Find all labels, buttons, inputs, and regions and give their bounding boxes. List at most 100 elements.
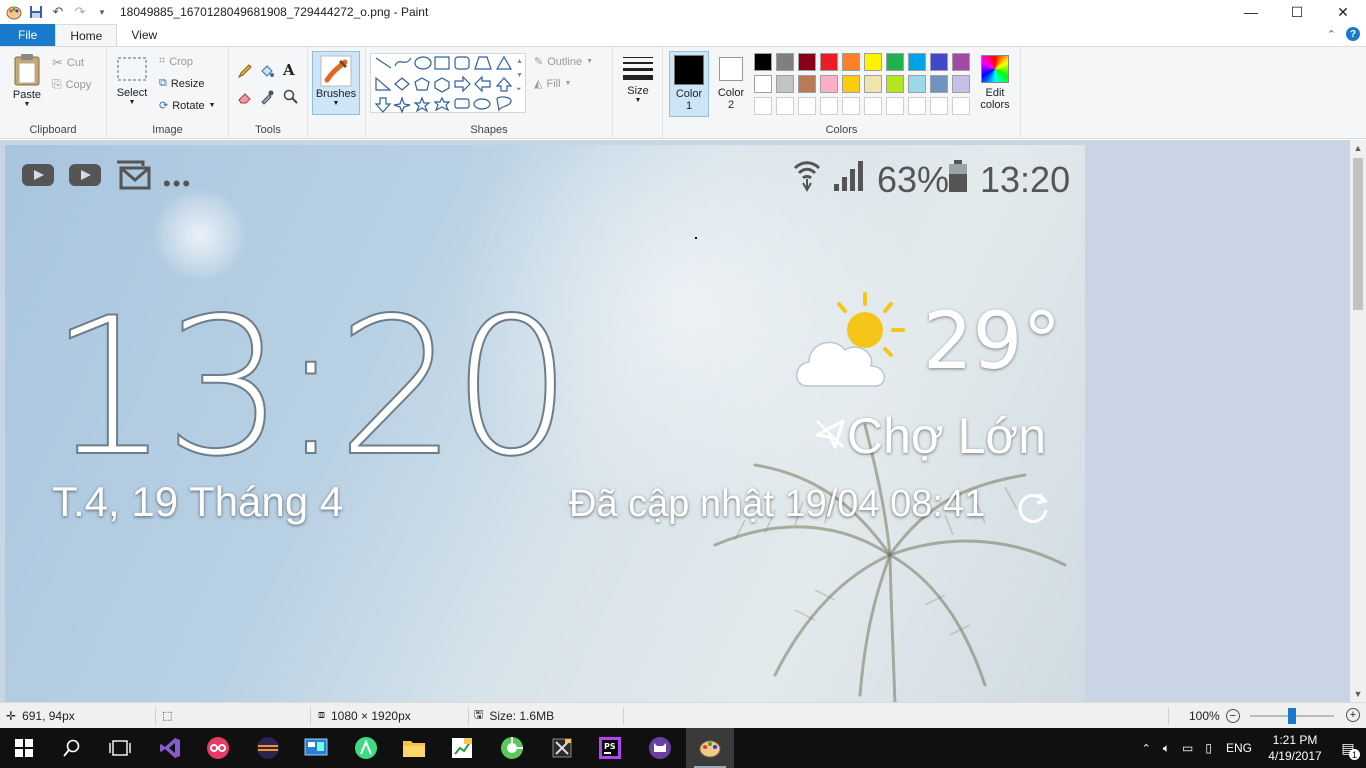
color-swatch[interactable] <box>842 53 860 71</box>
taskbar-app-oo[interactable] <box>194 728 242 768</box>
battery-tray-icon[interactable]: ▯ <box>1199 741 1218 755</box>
custom-color-slot[interactable] <box>842 97 860 115</box>
taskbar-eclipse[interactable] <box>244 728 292 768</box>
vertical-scrollbar[interactable]: ▲ ▼ <box>1350 140 1366 702</box>
taskbar-clock[interactable]: 1:21 PM 4/19/2017 <box>1260 732 1330 764</box>
customize-qat-icon[interactable]: ▾ <box>94 4 110 20</box>
zoom-in-icon[interactable]: + <box>1346 708 1360 722</box>
taskbar-phpstorm[interactable]: PS <box>586 728 634 768</box>
scroll-down-icon[interactable]: ▼ <box>1350 686 1366 702</box>
zoom-slider-thumb[interactable] <box>1288 708 1296 724</box>
taskbar-sheet-app[interactable] <box>438 728 486 768</box>
help-icon[interactable]: ? <box>1346 27 1360 41</box>
rotate-button[interactable]: ⟳ Rotate ▼ <box>159 99 216 113</box>
close-button[interactable]: ✕ <box>1320 0 1366 24</box>
collapse-ribbon-icon[interactable]: ⌃ <box>1327 28 1336 41</box>
color-swatch[interactable] <box>886 75 904 93</box>
shapes-scroll-icon[interactable]: ▲ ▼ ⏷ <box>516 55 523 97</box>
size-button[interactable]: Size ▼ <box>619 55 657 104</box>
paint-app-icon[interactable] <box>6 4 22 20</box>
taskbar-file-explorer[interactable] <box>390 728 438 768</box>
magnifier-icon[interactable] <box>283 89 299 108</box>
taskbar-browser[interactable] <box>488 728 536 768</box>
save-icon[interactable] <box>28 4 44 20</box>
taskbar-android-studio[interactable] <box>342 728 390 768</box>
color1-button[interactable]: Color 1 <box>669 51 709 117</box>
crop-button[interactable]: ⌗ Crop <box>159 55 193 68</box>
task-view-button[interactable] <box>96 728 144 768</box>
taskbar-tools-app[interactable] <box>538 728 586 768</box>
pencil-icon[interactable] <box>237 63 253 82</box>
color-swatch[interactable] <box>952 75 970 93</box>
color-swatch[interactable] <box>754 75 772 93</box>
color-swatch[interactable] <box>776 75 794 93</box>
custom-color-slot[interactable] <box>864 97 882 115</box>
zoom-out-icon[interactable]: − <box>1225 708 1240 723</box>
paint-icon <box>699 740 721 758</box>
tab-view[interactable]: View <box>117 24 171 46</box>
color-swatch[interactable] <box>798 53 816 71</box>
color-swatch[interactable] <box>864 75 882 93</box>
custom-color-slot[interactable] <box>952 97 970 115</box>
color-swatch[interactable] <box>798 75 816 93</box>
image-dimensions: 1080 × 1920px <box>331 708 411 723</box>
search-button[interactable] <box>48 728 96 768</box>
custom-color-slot[interactable] <box>776 97 794 115</box>
color-swatch[interactable] <box>864 53 882 71</box>
network-icon[interactable]: ▭ <box>1176 741 1199 755</box>
image-canvas[interactable]: ••• 63% 13:20 13:20 T.4, 19 Tháng 4 29° … <box>5 145 1085 702</box>
color-swatch[interactable] <box>754 53 772 71</box>
taskbar-visual-studio[interactable] <box>146 728 194 768</box>
custom-color-slot[interactable] <box>798 97 816 115</box>
outline-button[interactable]: ✎ Outline ▼ <box>534 55 593 69</box>
custom-color-slot[interactable] <box>908 97 926 115</box>
redo-icon[interactable]: ↷ <box>72 4 88 20</box>
maximize-button[interactable]: ☐ <box>1274 0 1320 24</box>
color-swatch[interactable] <box>842 75 860 93</box>
minimize-button[interactable]: — <box>1228 0 1274 24</box>
edit-colors-button[interactable]: Edit colors <box>975 55 1015 111</box>
taskbar-paint[interactable] <box>686 728 734 768</box>
brushes-button[interactable]: Brushes ▼ <box>312 51 360 115</box>
text-tool-icon[interactable]: A <box>283 61 295 79</box>
action-center-button[interactable]: ▤ 1 <box>1330 728 1366 768</box>
more-notifications-icon: ••• <box>163 171 193 196</box>
start-button[interactable] <box>0 728 48 768</box>
custom-color-slot[interactable] <box>930 97 948 115</box>
color-swatch[interactable] <box>930 75 948 93</box>
cut-button[interactable]: ✂ Cut <box>52 55 84 71</box>
color-swatch[interactable] <box>820 53 838 71</box>
scroll-up-icon[interactable]: ▲ <box>1350 140 1366 156</box>
tab-home[interactable]: Home <box>55 24 118 46</box>
scroll-thumb[interactable] <box>1353 158 1363 310</box>
color-swatch[interactable] <box>908 75 926 93</box>
taskbar-control-panel[interactable] <box>292 728 340 768</box>
eraser-icon[interactable] <box>237 89 253 108</box>
undo-icon[interactable]: ↶ <box>50 4 66 20</box>
color-picker-icon[interactable] <box>259 89 275 108</box>
tab-file[interactable]: File <box>0 24 56 46</box>
custom-color-slot[interactable] <box>886 97 904 115</box>
color2-button[interactable]: Color 2 <box>713 53 749 111</box>
color-swatch[interactable] <box>820 75 838 93</box>
shapes-gallery[interactable] <box>370 53 526 114</box>
ribbon: Paste ▼ ✂ Cut ⎘ Copy Clipboard Select ▼ … <box>0 46 1366 139</box>
color-swatch[interactable] <box>930 53 948 71</box>
select-button[interactable]: Select ▼ <box>115 57 149 106</box>
paste-button[interactable]: Paste ▼ <box>8 53 46 108</box>
volume-icon[interactable]: 🔈︎ <box>1157 741 1176 756</box>
copy-button[interactable]: ⎘ Copy <box>52 77 91 92</box>
color-swatch[interactable] <box>776 53 794 71</box>
color-swatch[interactable] <box>886 53 904 71</box>
color-swatch[interactable] <box>908 53 926 71</box>
fill-bucket-icon[interactable] <box>259 63 275 82</box>
custom-color-slot[interactable] <box>820 97 838 115</box>
language-indicator[interactable]: ENG <box>1218 741 1260 755</box>
window-title: 18049885_1670128049681908_729444272_o.pn… <box>120 5 429 19</box>
resize-button[interactable]: ⧉ Resize <box>159 77 204 90</box>
fill-button[interactable]: ◭ Fill ▼ <box>534 77 571 91</box>
custom-color-slot[interactable] <box>754 97 772 115</box>
taskbar-cat-app[interactable] <box>636 728 684 768</box>
show-hidden-icons[interactable]: ⌃ <box>1136 742 1157 755</box>
color-swatch[interactable] <box>952 53 970 71</box>
